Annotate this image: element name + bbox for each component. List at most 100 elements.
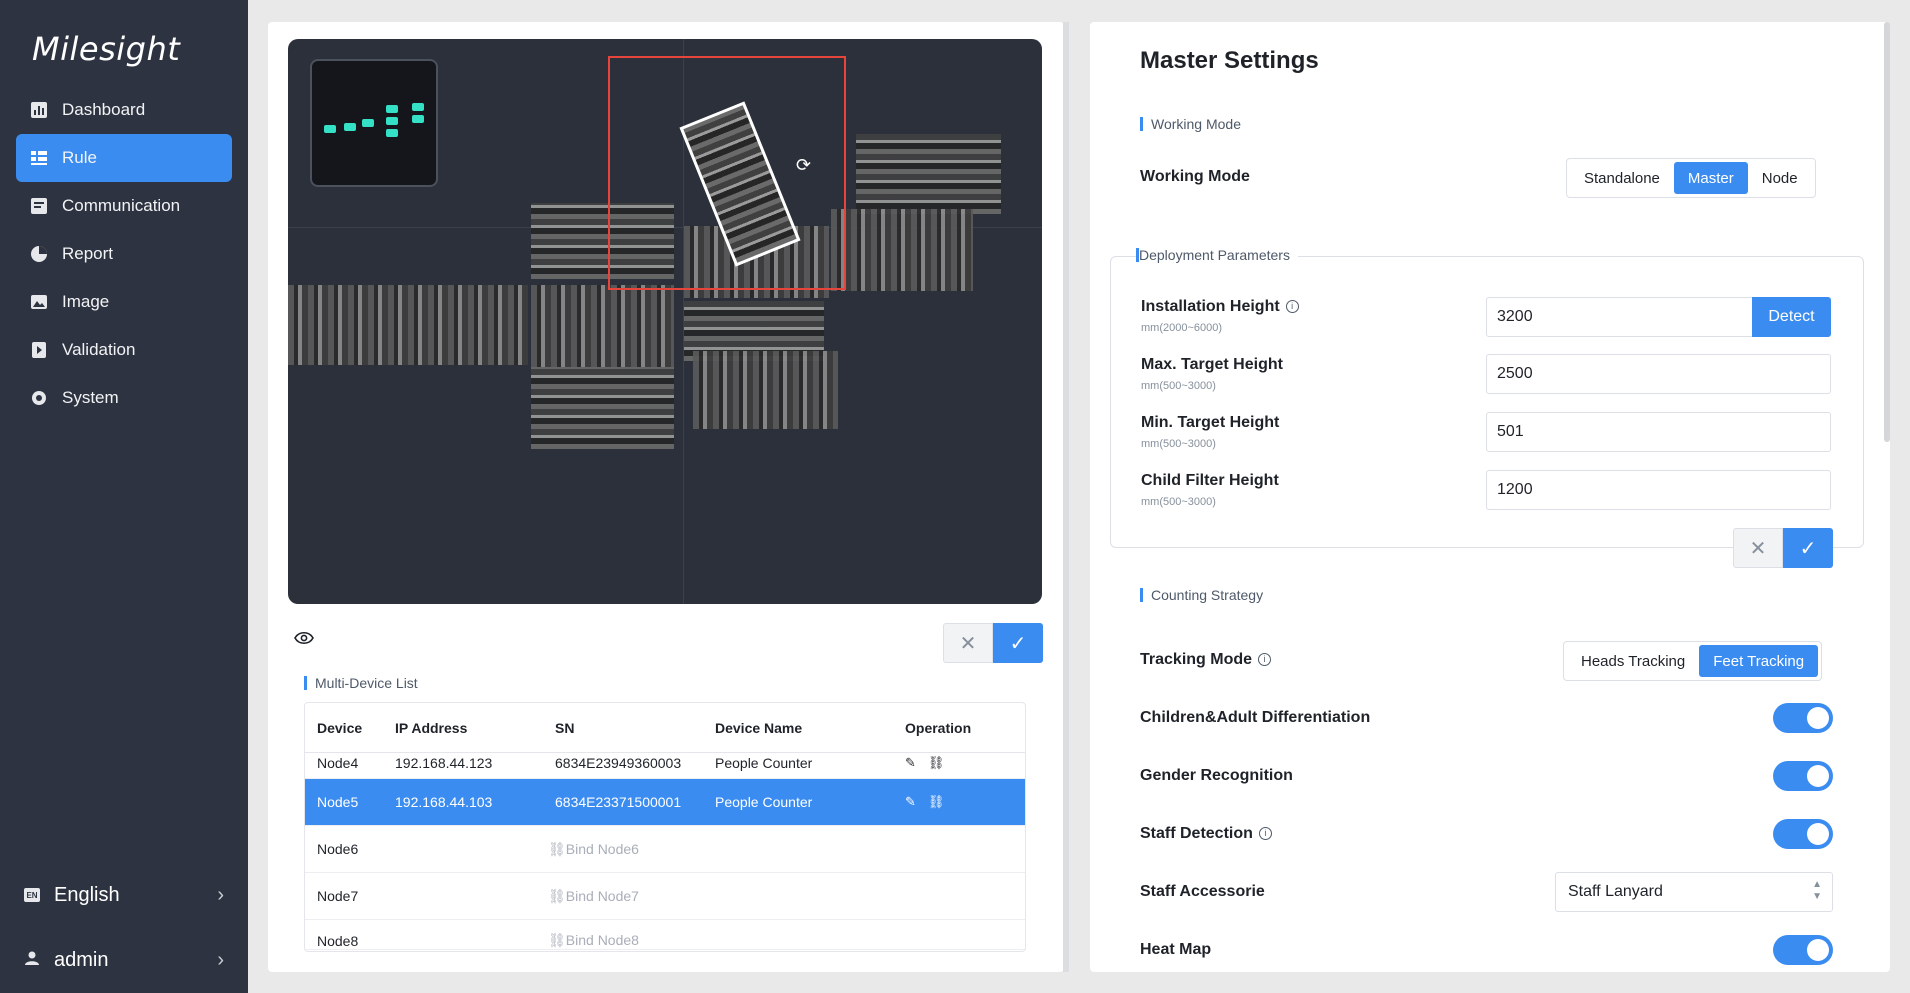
device-cell: Node8 (317, 933, 359, 949)
max-target-height-input[interactable]: 2500 (1486, 354, 1831, 394)
page-title: Master Settings (1140, 47, 1319, 74)
info-icon[interactable]: i (1285, 300, 1299, 314)
node-camera-tile[interactable] (856, 134, 1001, 214)
nav-item-rule[interactable]: Rule (16, 134, 232, 182)
nav-item-dashboard[interactable]: Dashboard (16, 86, 232, 134)
nav-label: System (62, 388, 119, 407)
scrollbar[interactable] (1884, 22, 1890, 442)
cancel-button[interactable]: ✕ (943, 623, 993, 663)
link-icon[interactable]: ⛓ (928, 794, 945, 810)
bind-node-link[interactable]: ⛓Bind Node6 (548, 841, 639, 858)
minimap-node (386, 117, 398, 125)
bind-node-label: Bind Node8 (565, 932, 639, 948)
nav-label: Image (62, 292, 110, 311)
eye-icon[interactable] (294, 631, 314, 650)
minimap-node (362, 119, 374, 127)
node-camera-tile[interactable] (831, 209, 973, 291)
bind-node-label: Bind Node7 (565, 887, 639, 904)
sidebar: Milesight Dashboard Rule Communication R… (0, 0, 248, 993)
heat-map-toggle[interactable] (1773, 935, 1833, 965)
device-cell: Node5 (317, 794, 359, 810)
cancel-button[interactable]: ✕ (1733, 528, 1783, 568)
working-mode-section-title: Working Mode (1140, 117, 1241, 131)
child-filter-height-input[interactable]: 1200 (1486, 470, 1831, 510)
nav-label: Communication (62, 196, 181, 215)
edit-icon[interactable]: ✎ (905, 794, 916, 810)
mode-standalone[interactable]: Standalone (1570, 162, 1674, 194)
user-menu[interactable]: admin › (24, 940, 224, 980)
chevron-right-icon: › (217, 883, 224, 906)
language-selector[interactable]: EN English › (24, 875, 224, 915)
node-camera-tile[interactable] (693, 351, 838, 429)
children-adult-toggle[interactable] (1773, 703, 1833, 733)
minimap-node (386, 105, 398, 113)
heat-map-label: Heat Map (1140, 941, 1212, 958)
confirm-button[interactable]: ✓ (1783, 528, 1833, 568)
node-camera-tile[interactable] (288, 285, 528, 365)
minimap-node (412, 103, 424, 111)
nav-item-image[interactable]: Image (16, 278, 232, 326)
table-row[interactable]: Node4 192.168.44.123 6834E23949360003 Pe… (305, 753, 1025, 779)
node-camera-tile[interactable] (531, 285, 674, 367)
tracking-feet[interactable]: Feet Tracking (1699, 645, 1819, 677)
user-icon (24, 949, 40, 972)
edit-icon[interactable]: ✎ (905, 755, 916, 771)
rule-icon (30, 149, 48, 167)
child-filter-height-label: Child Filter Height (1141, 472, 1279, 489)
multi-device-list-title: Multi-Device List (304, 676, 418, 690)
min-target-height-label: Min. Target Height (1141, 414, 1280, 431)
brand-logo: Milesight (32, 30, 181, 68)
column-header: Operation (905, 719, 972, 736)
table-row-selected[interactable]: Node5 192.168.44.103 6834E23371500001 Pe… (305, 779, 1025, 826)
communication-icon (30, 197, 48, 215)
nav-label: Report (62, 244, 114, 263)
detect-button[interactable]: Detect (1752, 297, 1831, 337)
staff-accessorie-select[interactable]: Staff Lanyard ▲ ▼ (1555, 872, 1833, 912)
minimap-node (386, 129, 398, 137)
chevron-right-icon: › (217, 948, 224, 971)
minimap[interactable] (310, 59, 438, 187)
rotate-icon[interactable]: ⟳ (796, 155, 811, 176)
mode-master[interactable]: Master (1673, 162, 1748, 194)
installation-height-input[interactable]: 3200 (1486, 297, 1753, 337)
layout-action-buttons: ✕ ✓ (943, 623, 1043, 663)
mode-node[interactable]: Node (1748, 162, 1812, 194)
info-icon[interactable]: i (1258, 827, 1272, 841)
sn-cell: 6834E23949360003 (555, 755, 682, 771)
operation-cell: ✎ ⛓ (905, 794, 1025, 810)
bind-node-link[interactable]: ⛓Bind Node7 (548, 888, 639, 905)
tracking-heads[interactable]: Heads Tracking (1567, 645, 1699, 677)
gender-recognition-toggle[interactable] (1773, 761, 1833, 791)
panel-divider (1063, 22, 1069, 972)
nav-item-report[interactable]: Report (16, 230, 232, 278)
language-icon: EN (24, 888, 40, 902)
user-label: admin (54, 948, 109, 971)
nav-item-validation[interactable]: Validation (16, 326, 232, 374)
field-label: Staff Detection (1140, 825, 1253, 842)
min-target-height-input[interactable]: 501 (1486, 412, 1831, 452)
minimap-node (324, 125, 336, 133)
field-range: mm(500~3000) (1141, 496, 1216, 508)
nav-label: Rule (62, 148, 97, 167)
counting-strategy-section-title: Counting Strategy (1140, 588, 1263, 602)
staff-detection-label: Staff Detection i (1140, 825, 1272, 843)
stitching-canvas[interactable]: ⟳ (288, 39, 1042, 604)
dashboard-icon (30, 101, 48, 119)
info-icon[interactable]: i (1258, 653, 1272, 667)
node-camera-tile[interactable] (531, 367, 674, 449)
validation-icon (30, 341, 48, 359)
nav-item-communication[interactable]: Communication (16, 182, 232, 230)
bind-node-link[interactable]: ⛓Bind Node8 (548, 932, 639, 949)
confirm-button[interactable]: ✓ (993, 623, 1043, 663)
select-arrows-icon: ▲ ▼ (1812, 879, 1822, 902)
nav-item-system[interactable]: System (16, 374, 232, 422)
column-header: SN (555, 719, 575, 736)
deployment-section-title: Deployment Parameters (1136, 248, 1298, 262)
installation-height-label: Installation Height i (1141, 298, 1299, 316)
report-icon (30, 245, 48, 263)
link-icon[interactable]: ⛓ (928, 755, 945, 771)
main-nav: Dashboard Rule Communication Report Imag… (16, 86, 232, 422)
sn-cell: 6834E23371500001 (555, 794, 682, 810)
staff-detection-toggle[interactable] (1773, 819, 1833, 849)
column-header: Device (317, 719, 363, 736)
